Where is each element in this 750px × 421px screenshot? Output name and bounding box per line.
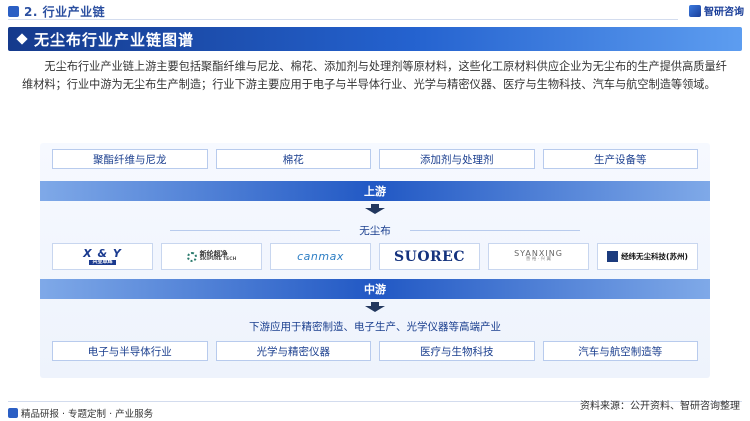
divider [170,230,340,231]
jingwei-logo: 经纬无尘科技(苏州) [597,243,698,270]
industry-chain-diagram: 聚酯纤维与尼龙 棉花 添加剂与处理剂 生产设备等 上游 无尘布 X & Y 兴业卓… [40,143,710,378]
section-title: 2. 行业产业链 [24,5,106,19]
jingwei-mark-icon [607,251,619,262]
source-note: 资料来源：公开资料、智研咨询整理 [580,401,740,412]
downstream-row: 电子与半导体行业 光学与精密仪器 医疗与生物科技 汽车与航空制造等 [52,341,698,361]
xy-logo: X & Y 兴业卓辉 [52,243,153,270]
brand: 智研咨询 [689,3,744,18]
skipure-logo: 新纶超净 SKIPURE TECH [161,243,262,270]
brand-logo-icon [689,4,701,17]
footer-logo-icon [8,408,18,418]
footer-left: 精品研报 · 专题定制 · 产业服务 [8,406,153,420]
upstream-row: 聚酯纤维与尼龙 棉花 添加剂与处理剂 生产设备等 [52,149,698,169]
syanxing-logo: SYANXING 善 裕 · 兴 翼 [488,243,589,270]
upstream-item: 棉花 [215,149,371,169]
upstream-item: 生产设备等 [542,149,698,169]
header-divider [8,19,678,20]
page-title: 无尘布行业产业链图谱 [34,31,195,49]
canmax-logo: canmax [270,243,371,270]
downstream-title: 下游应用于精密制造、电子生产、光学仪器等高端产业 [249,321,501,333]
header-bar: 2. 行业产业链 智研咨询 [0,0,750,22]
downstream-item: 汽车与航空制造等 [542,341,698,361]
downstream-item: 电子与半导体行业 [52,341,208,361]
upstream-item: 添加剂与处理剂 [379,149,535,169]
brand-name: 智研咨询 [704,7,744,18]
skipure-mark-icon [186,251,197,262]
intro-paragraph: 无尘布行业产业链上游主要包括聚酯纤维与尼龙、棉花、添加剂与处理剂等原材料，这些化… [22,60,727,91]
downstream-item: 医疗与生物科技 [379,341,535,361]
midstream-title: 无尘布 [359,225,391,237]
midstream-logos: X & Y 兴业卓辉 新纶超净 SKIPURE TECH canmax SUOREC… [52,243,698,270]
section-icon [8,6,19,17]
title-banner: 无尘布行业产业链图谱 [8,27,742,51]
diamond-icon [16,33,28,45]
down-arrow-icon [365,302,385,312]
upstream-band: 上游 [40,181,710,201]
midstream-band: 中游 [40,279,710,299]
divider [410,230,580,231]
upstream-item: 聚酯纤维与尼龙 [52,149,208,169]
suorec-logo: SUOREC [379,243,480,270]
footer-tagline: 精品研报 · 专题定制 · 产业服务 [21,409,154,420]
down-arrow-icon [365,204,385,214]
downstream-item: 光学与精密仪器 [215,341,371,361]
